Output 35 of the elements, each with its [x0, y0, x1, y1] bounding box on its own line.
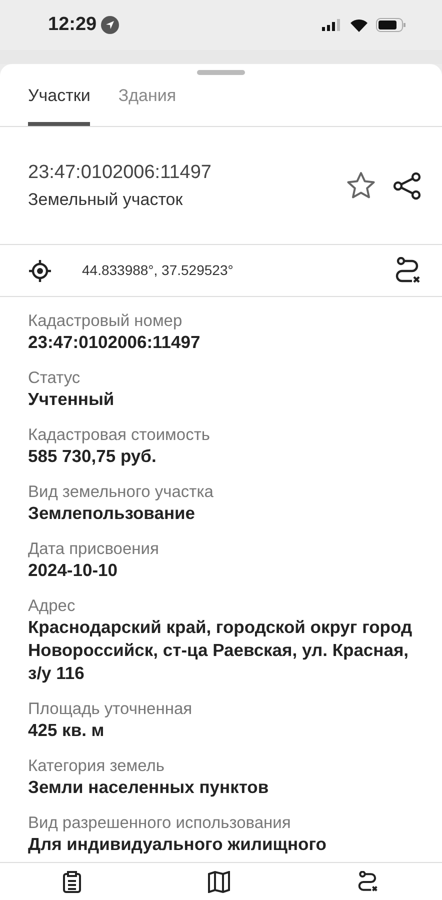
field-value: Земли населенных пунктов [28, 776, 270, 799]
wifi-icon [350, 18, 368, 32]
target-icon [28, 258, 52, 282]
route-icon[interactable] [394, 256, 422, 284]
field-label: Вид земельного участка [28, 482, 214, 502]
field-value: Учтенный [28, 388, 116, 411]
field-label: Кадастровая стоимость [28, 425, 211, 445]
field-label: Площадь уточненная [28, 699, 194, 719]
field-label: Адрес [28, 596, 76, 616]
field-label: Дата присвоения [28, 539, 160, 559]
share-icon[interactable] [392, 170, 422, 200]
tab[interactable]: Здания [118, 82, 176, 126]
field-label: Вид разрешенного использования [28, 813, 292, 833]
field-value: Краснодарский край, городской округ город Новороссийск, ст-ца Раевская, ул. Красная, з/у 116 [28, 616, 414, 685]
route-icon[interactable] [356, 870, 379, 892]
field-value: 425 кв. м [28, 719, 106, 742]
clock: 12:29 [48, 12, 97, 37]
field-label: Категория земель [28, 756, 166, 776]
drag-handle[interactable] [197, 70, 245, 75]
field-label: Кадастровый номер [28, 311, 184, 331]
clipboard-icon[interactable] [63, 870, 82, 892]
tab[interactable]: Участки [28, 82, 90, 126]
field-value: 585 730,75 руб. [28, 445, 158, 468]
field-value: Землепользование [28, 502, 196, 525]
field-value: 23:47:0102006:11497 [28, 331, 202, 354]
field-label: Статус [28, 368, 82, 388]
battery-icon [376, 18, 406, 32]
object-type: Земельный участок [28, 189, 184, 211]
star-icon[interactable] [346, 170, 376, 200]
coordinates: 44.833988°, 37.529523° [82, 261, 234, 280]
signal-icon [322, 19, 342, 31]
field-value: Для индивидуального жилищного [28, 833, 328, 856]
cadastral-number: 23:47:0102006:11497 [28, 160, 212, 184]
map-icon[interactable] [208, 870, 230, 892]
field-value: 2024-10-10 [28, 559, 119, 582]
